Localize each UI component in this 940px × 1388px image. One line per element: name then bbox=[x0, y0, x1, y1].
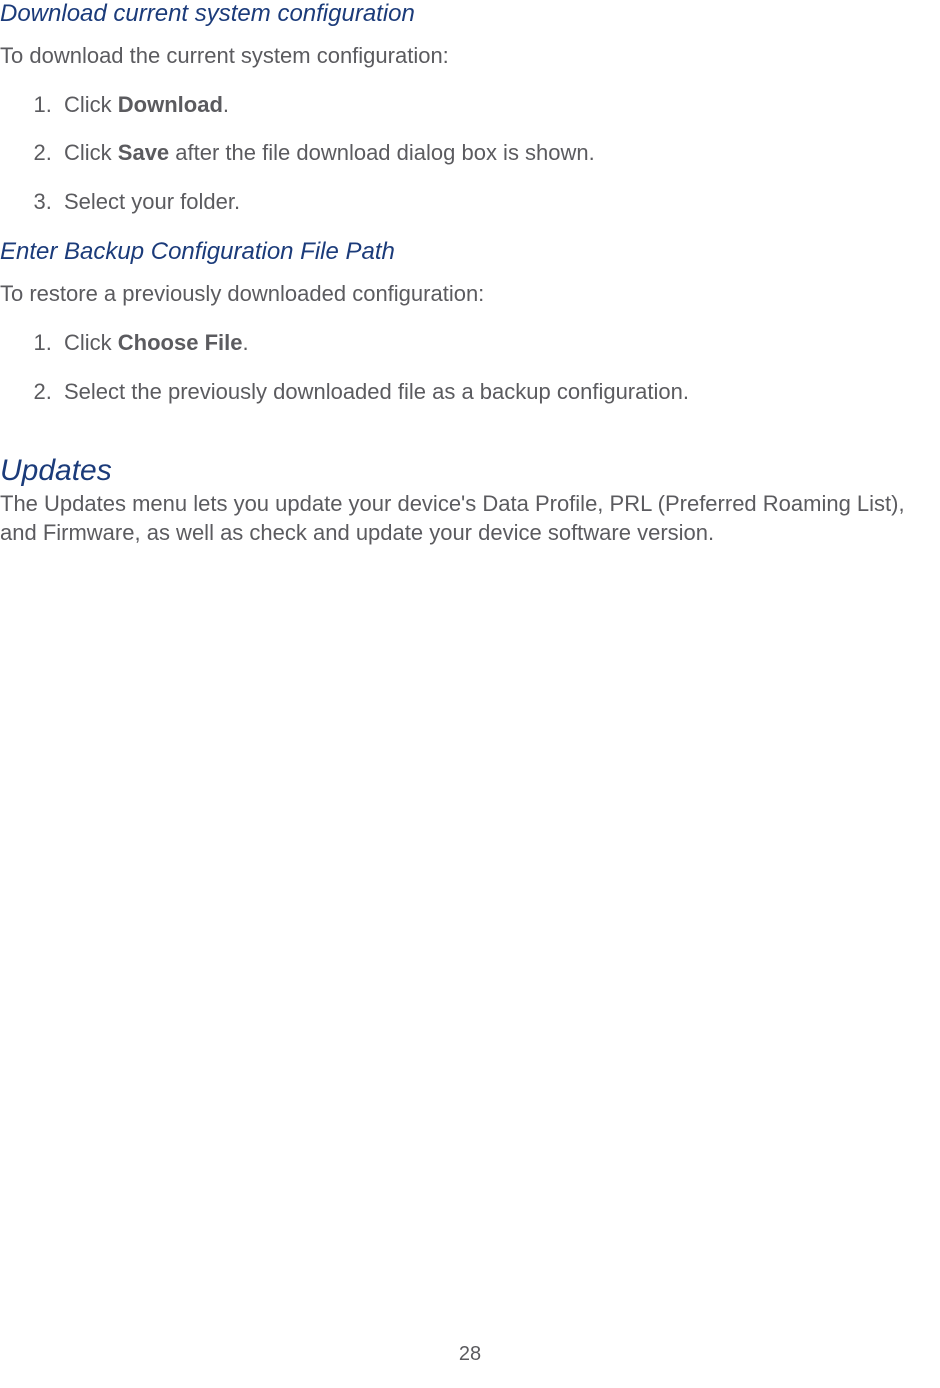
page-number: 28 bbox=[0, 1343, 940, 1366]
step-pre: Click bbox=[64, 92, 118, 117]
list-item: Select your folder. bbox=[58, 188, 940, 217]
intro-backup-path: To restore a previously downloaded confi… bbox=[0, 280, 940, 309]
step-bold: Choose File bbox=[118, 330, 243, 355]
list-item: Click Download. bbox=[58, 91, 940, 120]
heading-backup-path: Enter Backup Configuration File Path bbox=[0, 238, 940, 266]
step-bold: Download bbox=[118, 92, 223, 117]
step-post: after the file download dialog box is sh… bbox=[169, 140, 595, 165]
list-item: Select the previously downloaded file as… bbox=[58, 378, 940, 407]
heading-download-config: Download current system configuration bbox=[0, 0, 940, 28]
step-pre: Click bbox=[64, 140, 118, 165]
step-post: . bbox=[223, 92, 229, 117]
list-item: Click Save after the file download dialo… bbox=[58, 139, 940, 168]
steps-backup-path: Click Choose File. Select the previously… bbox=[0, 329, 940, 406]
step-pre: Select the previously downloaded file as… bbox=[64, 379, 689, 404]
heading-updates: Updates bbox=[0, 454, 940, 488]
intro-download-config: To download the current system configura… bbox=[0, 42, 940, 71]
body-updates: The Updates menu lets you update your de… bbox=[0, 490, 940, 547]
steps-download-config: Click Download. Click Save after the fil… bbox=[0, 91, 940, 217]
list-item: Click Choose File. bbox=[58, 329, 940, 358]
step-pre: Click bbox=[64, 330, 118, 355]
step-bold: Save bbox=[118, 140, 169, 165]
step-pre: Select your folder. bbox=[64, 189, 240, 214]
step-post: . bbox=[242, 330, 248, 355]
